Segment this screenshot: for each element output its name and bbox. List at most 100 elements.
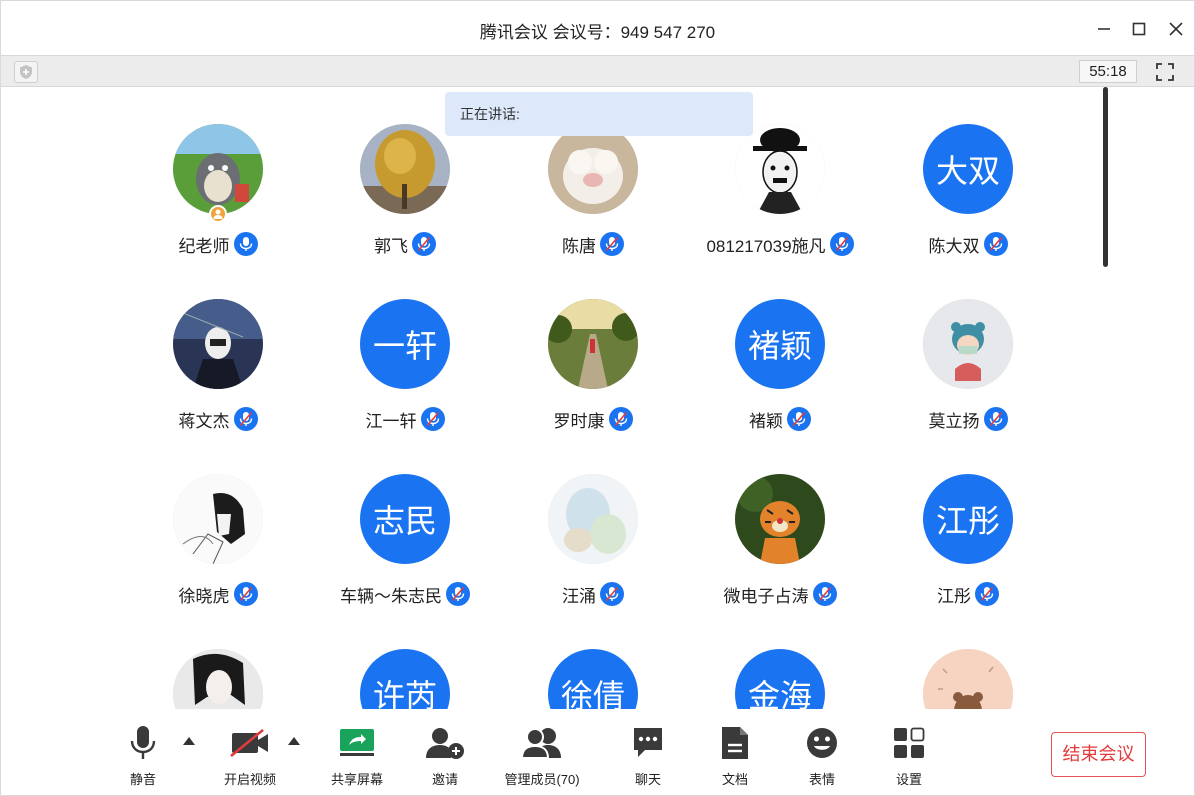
mic-muted-badge [233, 582, 258, 606]
share-screen-button[interactable]: 共享屏幕 [327, 721, 387, 788]
participant-name: 纪老师 [178, 236, 230, 256]
mic-muted-badge [787, 407, 811, 431]
title-bar: 腾讯会议 会议号：949 547 270 [1, 1, 1194, 55]
settings-label: 设置 [895, 772, 922, 787]
mic-on-badge [233, 232, 258, 256]
close-icon [1169, 22, 1183, 36]
security-button[interactable] [14, 61, 38, 83]
mic-muted-badge [829, 232, 854, 256]
video-options-caret[interactable] [288, 737, 300, 745]
share-screen-icon [340, 729, 374, 756]
mic-muted-badge [233, 407, 258, 431]
avatar-image [735, 474, 825, 564]
chat-icon [634, 728, 662, 757]
audio-options-caret[interactable] [183, 737, 195, 745]
participant-name: 微电子占涛 [723, 586, 809, 606]
info-bar: 55:18 [1, 55, 1194, 87]
fullscreen-button[interactable] [1152, 60, 1178, 84]
participant-name: 陈大双 [928, 236, 980, 256]
participant-avatar [173, 299, 263, 389]
participant-avatar [173, 474, 263, 564]
manage-members-button[interactable]: 管理成员(70) [499, 721, 585, 788]
avatar-image [548, 124, 638, 214]
participant-avatar: 金海 [735, 649, 825, 709]
mute-button[interactable]: 静音 [113, 721, 173, 788]
participant-name: 陈唐 [562, 236, 596, 256]
participant-avatar: 许芮 [360, 649, 450, 709]
participant-avatar [548, 299, 638, 389]
avatar-image [173, 124, 263, 214]
participant-name: 郭飞 [374, 236, 408, 256]
participant-avatar [735, 124, 825, 214]
participant-avatar: 志民 [360, 474, 450, 564]
participant-name: 莫立扬 [928, 411, 980, 431]
avatar-image [360, 124, 450, 214]
mic-muted-icon [818, 586, 831, 602]
mic-muted-icon [426, 411, 439, 427]
participant-avatar: 大双 [923, 124, 1013, 214]
participant-avatar: 徐倩 [548, 649, 638, 709]
participant-name: 车辆～朱志民 [340, 586, 442, 606]
settings-button[interactable]: 设置 [879, 721, 939, 788]
microphone-icon [130, 726, 156, 759]
host-badge-icon [209, 205, 227, 223]
window-title: 腾讯会议 会议号：949 547 270 [479, 23, 716, 42]
avatar-initials: 江彤 [935, 503, 1000, 539]
minimize-button[interactable] [1090, 15, 1118, 43]
participant-avatar [923, 299, 1013, 389]
meeting-window: 腾讯会议 会议号：949 547 270 55:18 正在讲话: 纪老师 郭飞 陈唐… [0, 0, 1195, 796]
participant-name: 汪涌 [562, 586, 596, 606]
mic-muted-badge [608, 407, 633, 431]
fullscreen-icon [1156, 63, 1174, 81]
invite-button[interactable]: 邀请 [415, 721, 475, 788]
mic-muted-icon [605, 586, 619, 602]
mic-muted-icon [989, 236, 1002, 252]
mic-muted-badge [983, 407, 1008, 431]
participant-avatar [173, 124, 263, 214]
avatar-initials: 徐倩 [560, 678, 625, 709]
mic-muted-icon [417, 236, 431, 252]
grid-scrollbar[interactable] [1103, 87, 1108, 267]
mic-muted-icon [835, 236, 848, 252]
maximize-button[interactable] [1125, 15, 1153, 43]
mic-muted-badge [412, 232, 436, 256]
end-meeting-button[interactable]: 结束会议 [1051, 732, 1146, 777]
mute-label: 静音 [129, 772, 156, 787]
participant-name: 蒋文杰 [178, 411, 230, 431]
mic-muted-badge [812, 582, 837, 606]
mic-icon [239, 237, 252, 251]
participant-name-row: 微电子占涛 [670, 581, 890, 607]
mic-muted-icon [980, 586, 994, 602]
participant-name: 罗时康 [553, 411, 605, 431]
participant-name-row: 莫立扬 [858, 406, 1078, 432]
participant-name-row: 褚颖 [670, 406, 890, 432]
participant-name: 徐晓虎 [178, 586, 230, 606]
video-button[interactable]: 开启视频 [211, 721, 289, 788]
video-label: 开启视频 [223, 772, 276, 787]
participant-name: 081217039施凡 [706, 236, 826, 256]
avatar-initials: 大双 [935, 153, 1000, 189]
shield-icon [20, 65, 32, 79]
participant-grid: 纪老师 郭飞 陈唐 081217039施凡 大双 陈大双 蒋文杰 一轩 江一轩 罗时康 褚颖 褚颖 莫立… [1, 87, 1101, 709]
participant-avatar: 江彤 [923, 474, 1013, 564]
mic-muted-badge [420, 407, 445, 431]
mic-muted-badge [446, 582, 470, 606]
documents-button[interactable]: 文档 [705, 721, 765, 788]
participant-avatar [173, 649, 263, 709]
video-off-icon [230, 728, 268, 758]
participant-name-row: 陈大双 [858, 231, 1078, 257]
participant-name-row: 车辆～朱志民 [295, 581, 515, 607]
mic-muted-icon [239, 411, 252, 427]
maximize-icon [1132, 22, 1146, 36]
mic-muted-badge [983, 232, 1008, 256]
participant-name-row: 郭飞 [295, 231, 515, 257]
participant-name-row: 081217039施凡 [670, 231, 890, 257]
participant-name: 江一轩 [365, 411, 417, 431]
mic-muted-badge [600, 232, 624, 256]
emoji-button[interactable]: 表情 [792, 721, 852, 788]
avatar-image [548, 299, 638, 389]
members-icon [521, 728, 561, 759]
close-button[interactable] [1162, 15, 1190, 43]
chat-button[interactable]: 聊天 [618, 721, 678, 788]
speaking-indicator: 正在讲话: [445, 92, 753, 136]
